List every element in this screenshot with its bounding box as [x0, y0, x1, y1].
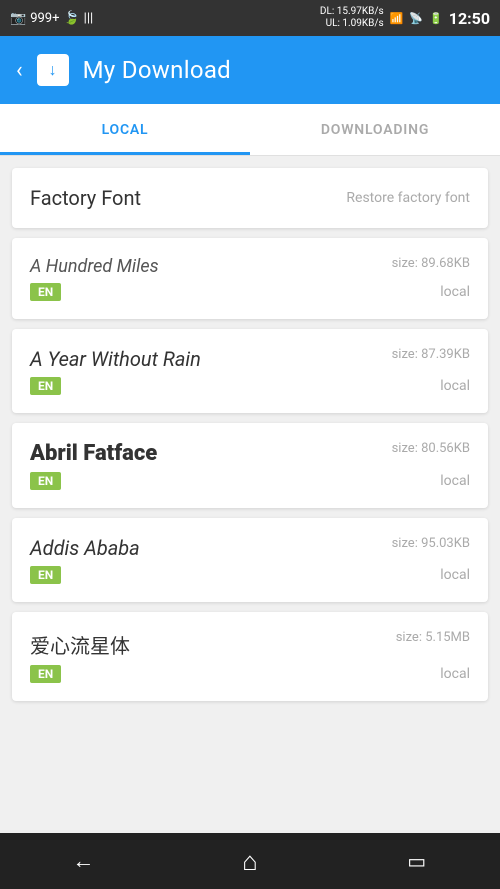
- restore-factory-link[interactable]: Restore factory font: [346, 190, 470, 206]
- font-status-2: local: [440, 473, 470, 489]
- font-card-top-4: 爱心流星体 size: 5.15MB: [30, 630, 470, 659]
- font-size-3: size: 95.03KB: [392, 536, 470, 551]
- nav-back-icon: ←: [72, 848, 94, 874]
- battery-icon: 🔋: [429, 12, 443, 25]
- en-badge-0: EN: [30, 283, 61, 301]
- nav-home-button[interactable]: ⌂: [220, 841, 280, 881]
- font-size-0: size: 89.68KB: [392, 256, 470, 271]
- font-card-bottom-3: EN local: [30, 566, 470, 584]
- font-card-bottom-4: EN local: [30, 665, 470, 683]
- signal-bars-icon: 📡: [409, 12, 423, 25]
- app-icon: ↓: [37, 54, 69, 86]
- font-card-3[interactable]: Addis Ababa size: 95.03KB EN local: [12, 518, 488, 602]
- font-status-1: local: [440, 378, 470, 394]
- nav-recents-icon: ▭: [407, 849, 426, 873]
- font-card-bottom-2: EN local: [30, 472, 470, 490]
- leaf-icon: 🍃: [63, 11, 79, 26]
- font-size-1: size: 87.39KB: [392, 347, 470, 362]
- font-name-3: Addis Ababa: [30, 536, 140, 560]
- font-name-2: Abril Fatface: [30, 441, 157, 466]
- font-card-top-3: Addis Ababa size: 95.03KB: [30, 536, 470, 560]
- page-title: My Download: [83, 56, 231, 84]
- en-badge-2: EN: [30, 472, 61, 490]
- font-card-4[interactable]: 爱心流星体 size: 5.15MB EN local: [12, 612, 488, 701]
- tab-bar: LOCAL DOWNLOADING: [0, 104, 500, 156]
- font-card-bottom-1: EN local: [30, 377, 470, 395]
- screenshot-icon: 📷: [10, 11, 26, 26]
- font-size-4: size: 5.15MB: [396, 630, 470, 645]
- en-badge-4: EN: [30, 665, 61, 683]
- bottom-nav: ← ⌂ ▭: [0, 833, 500, 889]
- tab-local[interactable]: LOCAL: [0, 104, 250, 155]
- font-size-2: size: 80.56KB: [392, 441, 470, 456]
- app-bar: ‹ ↓ My Download: [0, 36, 500, 104]
- wifi-icon: 📶: [390, 12, 404, 25]
- network-stats: DL: 15.97KB/s UL: 1.09KB/s: [320, 6, 384, 30]
- status-bar-right: DL: 15.97KB/s UL: 1.09KB/s 📶 📡 🔋 12:50: [320, 6, 490, 30]
- nav-back-button[interactable]: ←: [53, 841, 113, 881]
- font-name-4: 爱心流星体: [30, 630, 130, 659]
- font-card-top-0: A Hundred Miles size: 89.68KB: [30, 256, 470, 277]
- font-card-1[interactable]: A Year Without Rain size: 87.39KB EN loc…: [12, 329, 488, 413]
- dl-stat: DL: 15.97KB/s: [320, 6, 384, 18]
- font-name-0: A Hundred Miles: [30, 256, 159, 277]
- font-card-0[interactable]: A Hundred Miles size: 89.68KB EN local: [12, 238, 488, 319]
- nav-recents-button[interactable]: ▭: [387, 841, 447, 881]
- en-badge-1: EN: [30, 377, 61, 395]
- font-status-4: local: [440, 666, 470, 682]
- bars-icon: |||: [84, 11, 94, 26]
- ul-stat: UL: 1.09KB/s: [326, 18, 384, 30]
- factory-font-name: Factory Font: [30, 186, 141, 210]
- font-status-3: local: [440, 567, 470, 583]
- factory-font-card[interactable]: Factory Font Restore factory font: [12, 168, 488, 228]
- nav-home-icon: ⌂: [242, 846, 258, 877]
- download-icon: ↓: [49, 60, 57, 80]
- clock: 12:50: [449, 9, 490, 28]
- font-card-bottom-0: EN local: [30, 283, 470, 301]
- back-button[interactable]: ‹: [16, 58, 23, 83]
- signal-icon: 999+: [30, 11, 59, 26]
- font-card-2[interactable]: Abril Fatface size: 80.56KB EN local: [12, 423, 488, 508]
- tab-downloading[interactable]: DOWNLOADING: [250, 104, 500, 155]
- font-card-top-2: Abril Fatface size: 80.56KB: [30, 441, 470, 466]
- font-name-1: A Year Without Rain: [30, 347, 201, 371]
- status-bar-left: 📷 999+ 🍃 |||: [10, 11, 93, 26]
- font-card-top-1: A Year Without Rain size: 87.39KB: [30, 347, 470, 371]
- status-bar: 📷 999+ 🍃 ||| DL: 15.97KB/s UL: 1.09KB/s …: [0, 0, 500, 36]
- font-status-0: local: [440, 284, 470, 300]
- content-area: Factory Font Restore factory font A Hund…: [0, 156, 500, 833]
- en-badge-3: EN: [30, 566, 61, 584]
